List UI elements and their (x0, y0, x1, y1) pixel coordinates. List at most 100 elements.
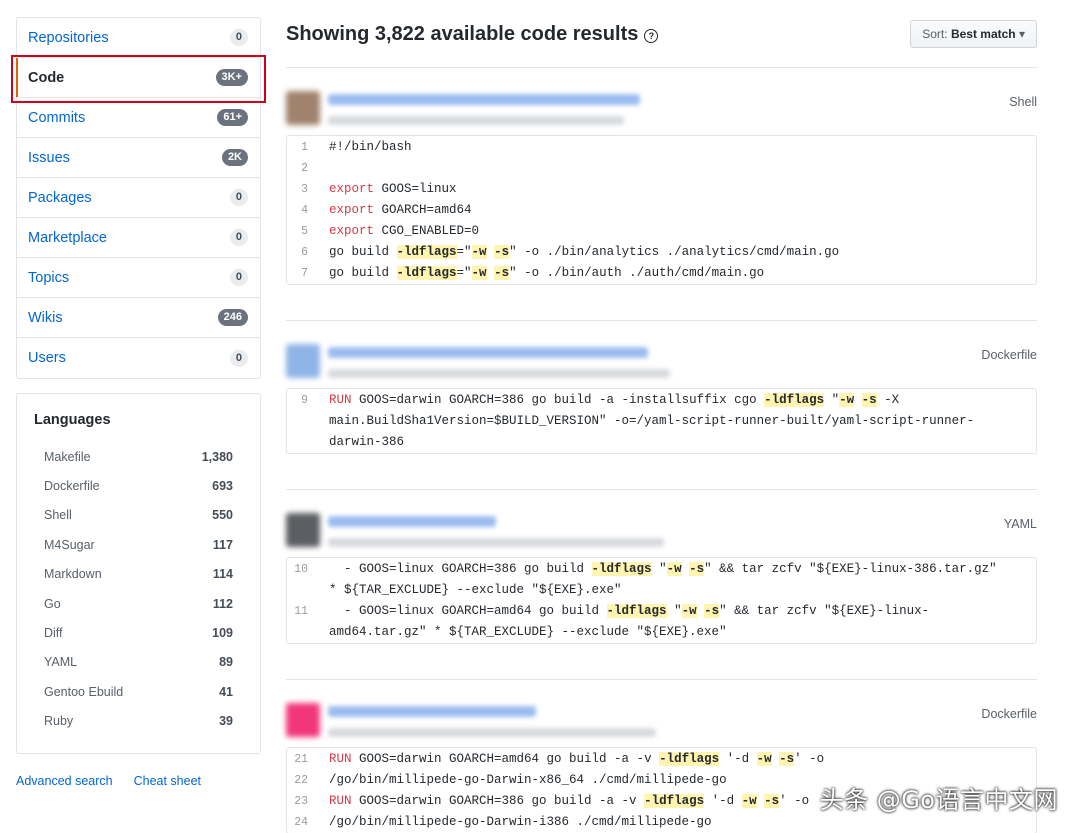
code-line: 10 - GOOS=linux GOARCH=386 go build -ldf… (287, 559, 1036, 580)
language-filter-item[interactable]: Markdown 114 (34, 560, 233, 589)
line-number[interactable]: 6 (287, 242, 329, 263)
nav-item-label: Wikis (28, 309, 63, 326)
line-content: go build -ldflags="-w -s" -o ./bin/auth … (329, 263, 764, 284)
language-count: 117 (212, 537, 233, 552)
code-text: go build (329, 266, 397, 280)
code-text: ' -o (794, 752, 825, 766)
line-number[interactable] (287, 580, 329, 601)
nav-item-count: 0 (229, 349, 248, 367)
match-highlight: -s (494, 266, 510, 280)
line-number[interactable]: 11 (287, 601, 329, 622)
line-number[interactable]: 9 (287, 390, 329, 411)
code-snippet: 9 RUN GOOS=darwin GOARCH=386 go build -a … (286, 388, 1037, 454)
line-content: export CGO_ENABLED=0 (329, 221, 479, 242)
line-number[interactable]: 10 (287, 559, 329, 580)
language-filter-item[interactable]: Makefile 1,380 (34, 442, 233, 471)
line-number[interactable]: 7 (287, 263, 329, 284)
language-filter-item[interactable]: Gentoo Ebuild 41 (34, 677, 233, 706)
repo-link-blurred[interactable] (328, 94, 640, 105)
line-number[interactable]: 5 (287, 221, 329, 242)
repo-link-blurred[interactable] (328, 347, 648, 358)
language-filter-item[interactable]: Ruby 39 (34, 707, 233, 736)
code-text: '-d (719, 752, 757, 766)
line-content: #!/bin/bash (329, 137, 412, 158)
nav-item-code[interactable]: Code 3K+ (16, 58, 260, 98)
nav-item-repositories[interactable]: Repositories 0 (17, 18, 260, 58)
advanced-search-link[interactable]: Advanced search (16, 774, 113, 788)
code-result: Shell 1 #!/bin/bash 2 3 export GOOS=linux 4 exp… (286, 85, 1037, 285)
code-text: '-d (704, 794, 742, 808)
nav-item-count: 61+ (217, 109, 248, 126)
line-number[interactable] (287, 622, 329, 643)
language-count: 89 (219, 655, 233, 670)
cheat-sheet-link[interactable]: Cheat sheet (134, 774, 201, 788)
repo-link-blurred[interactable] (328, 706, 536, 717)
code-line: main.BuildSha1Version=$BUILD_VERSION" -o… (287, 411, 1036, 432)
line-number[interactable]: 21 (287, 749, 329, 770)
code-keyword: RUN (329, 752, 352, 766)
nav-item-commits[interactable]: Commits 61+ (17, 98, 260, 138)
line-number[interactable]: 4 (287, 200, 329, 221)
language-name: Shell (44, 508, 72, 523)
avatar[interactable] (286, 91, 320, 125)
code-line: 21 RUN GOOS=darwin GOARCH=amd64 go build … (287, 749, 1036, 770)
code-line: amd64.tar.gz" * ${TAR_EXCLUDE} --exclude… (287, 622, 1036, 643)
line-number[interactable] (287, 432, 329, 453)
code-text: GOOS=darwin GOARCH=386 go build -a -inst… (351, 393, 765, 407)
line-number[interactable]: 3 (287, 179, 329, 200)
code-keyword: export (329, 182, 375, 196)
avatar[interactable] (286, 703, 320, 737)
languages-title: Languages (34, 412, 111, 428)
line-number[interactable]: 24 (287, 812, 329, 833)
match-highlight: -ldflags (396, 245, 457, 259)
sort-button[interactable]: Sort: Best match ▾ (910, 20, 1037, 48)
nav-item-packages[interactable]: Packages 0 (17, 178, 260, 218)
match-highlight: -s (779, 752, 795, 766)
nav-item-count: 0 (229, 229, 248, 246)
nav-item-wikis[interactable]: Wikis 246 (17, 298, 260, 338)
language-filter-item[interactable]: YAML 89 (34, 648, 233, 677)
language-filter-item[interactable]: M4Sugar 117 (34, 530, 233, 559)
code-text: amd64.tar.gz" * ${TAR_EXCLUDE} --exclude… (329, 625, 727, 639)
match-highlight: -s (689, 562, 705, 576)
language-filter-item[interactable]: Dockerfile 693 (34, 471, 233, 500)
avatar[interactable] (286, 344, 320, 378)
line-number[interactable]: 1 (287, 137, 329, 158)
code-text: main.BuildSha1Version=$BUILD_VERSION" -o… (329, 414, 975, 428)
line-number[interactable]: 22 (287, 770, 329, 791)
match-highlight: -w (839, 393, 855, 407)
result-header: Dockerfile (286, 697, 1037, 747)
code-line: 7 go build -ldflags="-w -s" -o ./bin/auth… (287, 263, 1036, 284)
language-filter-item[interactable]: Go 112 (34, 589, 233, 618)
line-number[interactable]: 2 (287, 158, 329, 179)
nav-item-issues[interactable]: Issues 2K (17, 138, 260, 178)
line-number[interactable] (287, 411, 329, 432)
code-keyword: export (329, 203, 375, 217)
languages-panel: Languages Makefile 1,380 Dockerfile 693 Shel… (16, 393, 261, 754)
result-meta-blurred (328, 369, 670, 378)
language-filter-item[interactable]: Diff 109 (34, 618, 233, 647)
code-snippet: 10 - GOOS=linux GOARCH=386 go build -ldf… (286, 557, 1037, 644)
language-filter-item[interactable]: Shell 550 (34, 501, 233, 530)
code-snippet: 1 #!/bin/bash 2 3 export GOOS=linux 4 export G… (286, 135, 1037, 285)
avatar[interactable] (286, 513, 320, 547)
repo-link-blurred[interactable] (328, 516, 496, 527)
match-highlight: -ldflags (396, 266, 457, 280)
nav-item-marketplace[interactable]: Marketplace 0 (17, 218, 260, 258)
result-language: Shell (1009, 95, 1037, 109)
nav-item-topics[interactable]: Topics 0 (17, 258, 260, 298)
result-divider (286, 320, 1037, 321)
language-count: 114 (212, 567, 233, 582)
line-number[interactable]: 23 (287, 791, 329, 812)
result-divider (286, 679, 1037, 680)
nav-item-users[interactable]: Users 0 (17, 338, 260, 378)
code-line: 24/go/bin/millipede-go-Darwin-i386 ./cmd… (287, 812, 1036, 833)
watermark: 头条 @Go语言中文网 (819, 786, 1058, 814)
question-circle-icon[interactable]: ? (644, 28, 659, 43)
